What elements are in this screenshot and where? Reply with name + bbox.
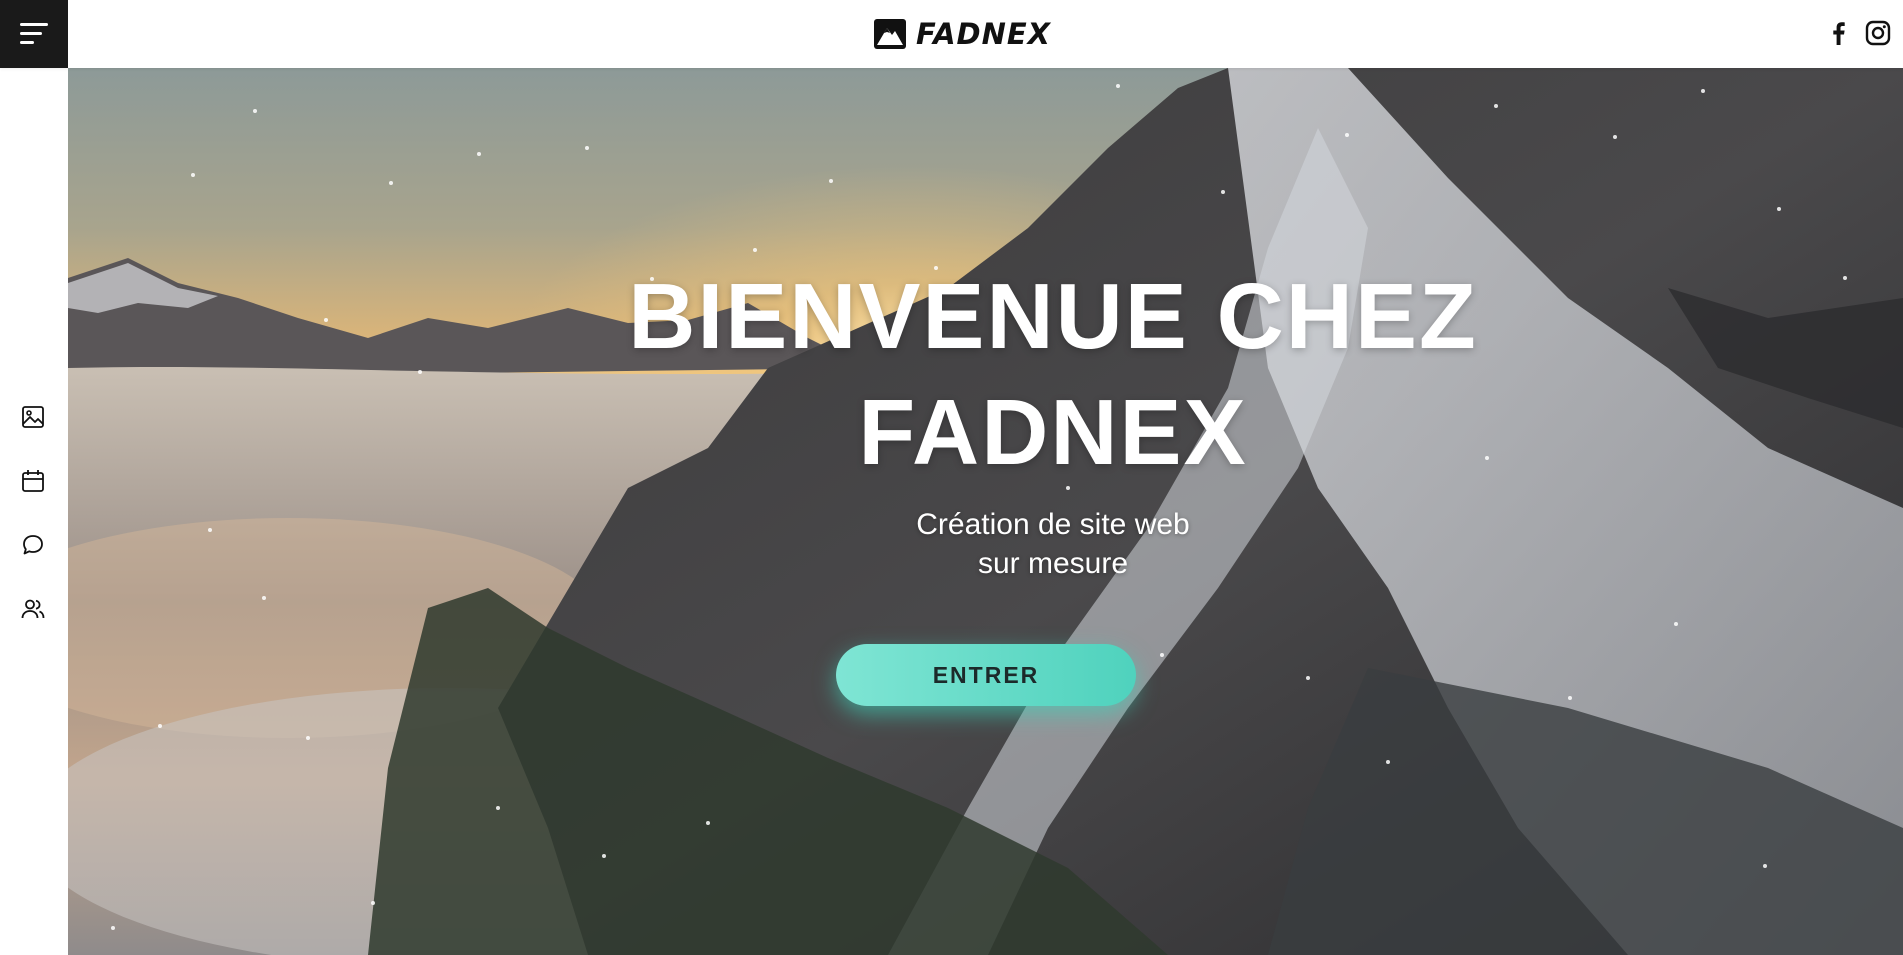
users-icon [21,599,45,619]
hero-content: BIENVENUE CHEZ FADNEX Création de site w… [68,68,1903,955]
sidebar-item-gallery[interactable] [20,404,46,430]
hero-subtitle-line2: sur mesure [977,547,1129,580]
social-links [1827,20,1891,46]
sidebar-item-chat[interactable] [20,532,46,558]
hero-title-line2: FADNEX [858,380,1248,484]
mountain-logo-icon [874,19,906,49]
menu-button[interactable] [0,0,68,68]
hero-title-line1: BIENVENUE CHEZ [628,264,1478,368]
hero-subtitle-line1: Création de site web [916,508,1190,541]
image-icon [22,406,44,428]
hero-title: BIENVENUE CHEZ FADNEX [368,258,1738,490]
hero-subtitle: Création de site web sur mesure [668,505,1438,583]
hero-section: BIENVENUE CHEZ FADNEX Création de site w… [68,68,1903,955]
brand-logo[interactable]: FADNEX [872,17,1051,51]
left-sidebar [0,68,68,955]
facebook-icon[interactable] [1827,20,1851,46]
enter-button[interactable]: ENTRER [836,644,1136,706]
brand-name: FADNEX [916,17,1052,51]
calendar-icon [22,470,44,492]
hamburger-menu-icon [20,23,48,44]
sidebar-item-calendar[interactable] [20,468,46,494]
chat-bubble-icon [23,535,43,555]
sidebar-item-team[interactable] [20,596,46,622]
instagram-icon[interactable] [1865,20,1891,46]
top-header: FADNEX [0,0,1903,68]
